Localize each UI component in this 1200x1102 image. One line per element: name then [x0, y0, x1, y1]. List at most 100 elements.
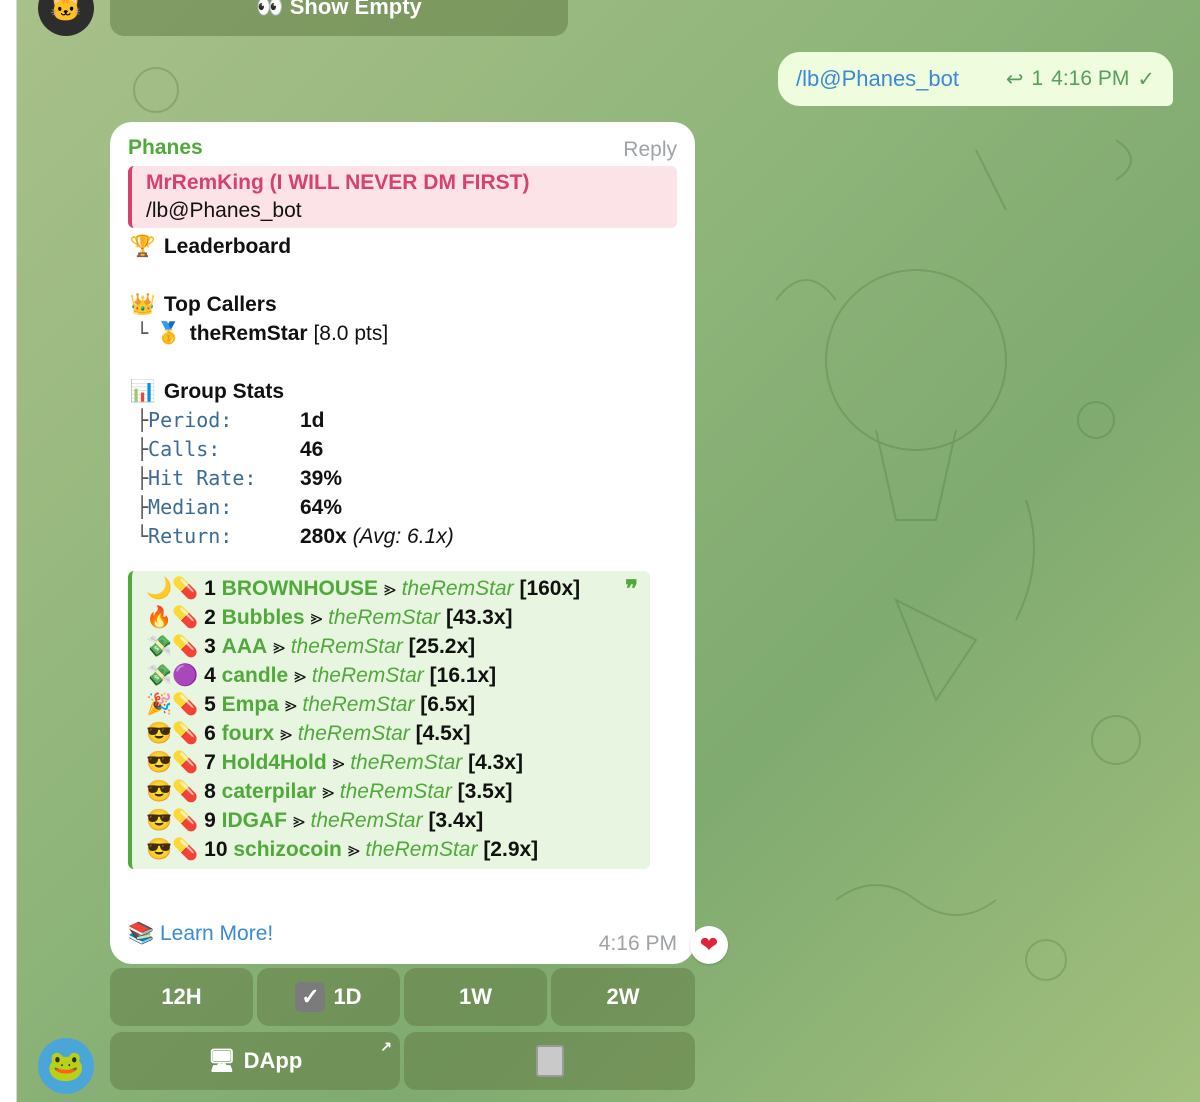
delete-button[interactable] [404, 1032, 695, 1090]
show-empty-button[interactable]: 👀 Show Empty [110, 0, 568, 36]
leader-token-link[interactable]: candle [222, 664, 289, 687]
leader-user-link[interactable]: theRemStar [291, 635, 403, 658]
leader-multiplier: [25.2x] [408, 635, 476, 658]
tree-glyph: ├ [136, 466, 149, 490]
leader-row: 😎💊 10 schizocoin ⪢ theRemStar [2.9x] [146, 835, 650, 864]
top-caller-name: theRemStar [189, 322, 308, 345]
leaderboard-heading: 🏆 Leaderboard [128, 232, 677, 261]
stat-row-median: ├Median: 64% [128, 493, 677, 522]
leader-token-link[interactable]: BROWNHOUSE [222, 577, 378, 600]
leader-rank: 4 [204, 664, 216, 687]
period-1d-button[interactable]: ✓ 1D [257, 968, 400, 1026]
leader-icons: 💸💊 [146, 635, 199, 658]
leader-token-link[interactable]: schizocoin [233, 838, 342, 861]
leader-icons: 😎💊 [146, 780, 199, 803]
quote-text: /lb@Phanes_bot [146, 199, 302, 222]
leader-multiplier: [43.3x] [445, 606, 513, 629]
leader-row: 💸🟣 4 candle ⪢ theRemStar [16.1x] [146, 661, 650, 690]
leader-row: 😎💊 6 fourx ⪢ theRemStar [4.5x] [146, 719, 650, 748]
leader-icons: 😎💊 [146, 809, 199, 832]
button-label: 12H [161, 984, 202, 1009]
monitor-icon: 🖥 [207, 1048, 236, 1073]
top-caller-points: [8.0 pts] [313, 322, 389, 345]
leader-separator: ⪢ [294, 664, 306, 687]
tree-glyph: └ [136, 524, 149, 548]
message-time: 4:16 PM [1051, 67, 1130, 90]
leader-user-link[interactable]: theRemStar [328, 606, 440, 629]
leader-multiplier: [16.1x] [429, 664, 497, 687]
period-12h-button[interactable]: 12H [110, 968, 253, 1026]
leader-multiplier: [4.5x] [415, 722, 471, 745]
leader-rank: 8 [204, 780, 216, 803]
stat-row-hit-rate: ├Hit Rate: 39% [128, 464, 677, 493]
leader-token-link[interactable]: Empa [222, 693, 279, 716]
leader-user-link[interactable]: theRemStar [340, 780, 452, 803]
period-1w-button[interactable]: 1W [404, 968, 547, 1026]
leader-rank: 6 [204, 722, 216, 745]
leader-separator: ⪢ [332, 751, 345, 774]
stat-label: Period: [148, 408, 233, 432]
leader-user-link[interactable]: theRemStar [350, 751, 462, 774]
leader-rank: 10 [204, 838, 228, 861]
leaderboard-title: Leaderboard [163, 235, 292, 258]
leader-user-link[interactable]: theRemStar [298, 722, 410, 745]
reply-count: 1 [1031, 67, 1044, 90]
leader-icons: 🔥💊 [146, 606, 199, 629]
leader-token-link[interactable]: caterpilar [222, 780, 317, 803]
stat-row-calls: ├Calls: 46 [128, 435, 677, 464]
stat-row-return: └Return: 280x (Avg: 6.1x) [128, 522, 677, 551]
leader-icons: 😎💊 [146, 722, 199, 745]
reply-quote[interactable]: MrRemKing (I WILL NEVER DM FIRST) /lb@Ph… [128, 166, 677, 228]
leader-rank: 9 [204, 809, 216, 832]
leader-user-link[interactable]: theRemStar [312, 664, 424, 687]
leader-row: 🎉💊 5 Empa ⪢ theRemStar [6.5x] [146, 690, 650, 719]
leader-token-link[interactable]: AAA [222, 635, 268, 658]
leader-user-link[interactable]: theRemStar [311, 809, 423, 832]
dapp-button[interactable]: 🖥 DApp ↗ [110, 1032, 400, 1090]
crown-icon: 👑 [129, 293, 157, 316]
leader-icons: 💸🟣 [146, 664, 199, 687]
stat-label: Median: [148, 495, 233, 519]
reply-link[interactable]: Reply [623, 138, 677, 162]
bot-message-bubble: Phanes Reply MrRemKing (I WILL NEVER DM … [110, 122, 695, 964]
leader-separator: ⪢ [292, 809, 305, 832]
tree-glyph: ├ [136, 495, 149, 519]
top-caller-row: └ 🥇 theRemStar [8.0 pts] [128, 319, 677, 348]
leader-token-link[interactable]: Bubbles [222, 606, 305, 629]
leader-separator: ⪢ [280, 722, 292, 745]
books-icon: 📚 [128, 922, 155, 945]
leader-multiplier: [2.9x] [483, 838, 539, 861]
leader-token-link[interactable]: IDGAF [222, 809, 287, 832]
leader-icons: 😎💊 [146, 838, 199, 861]
leader-token-link[interactable]: fourx [222, 722, 275, 745]
leader-user-link[interactable]: theRemStar [302, 693, 414, 716]
user-avatar[interactable]: 🐸 [38, 1038, 94, 1094]
leader-icons: 😎💊 [146, 751, 199, 774]
leader-user-link[interactable]: theRemStar [365, 838, 477, 861]
leader-multiplier: [3.4x] [428, 809, 484, 832]
gold-medal-icon: 🥇 [155, 322, 182, 345]
trash-icon [535, 1045, 564, 1077]
stat-value: 64% [300, 496, 343, 519]
leader-token-link[interactable]: Hold4Hold [222, 751, 327, 774]
leader-separator: ⪢ [273, 635, 285, 658]
button-label: 1W [459, 984, 492, 1009]
period-2w-button[interactable]: 2W [551, 968, 695, 1026]
learn-more-link[interactable]: Learn More! [160, 922, 273, 945]
group-stats-heading: 📊 Group Stats [128, 377, 677, 406]
outgoing-message[interactable]: /lb@Phanes_bot ↩ 1 4:16 PM ✓ [778, 52, 1173, 106]
heart-reaction[interactable]: ❤ [690, 926, 728, 964]
leader-row: 😎💊 9 IDGAF ⪢ theRemStar [3.4x] [146, 806, 650, 835]
leader-user-link[interactable]: theRemStar [402, 577, 514, 600]
leader-multiplier: [3.5x] [457, 780, 513, 803]
sidebar-strip [0, 0, 17, 1102]
leader-row: 😎💊 7 Hold4Hold ⪢ theRemStar [4.3x] [146, 748, 650, 777]
stat-row-period: ├Period: 1d [128, 406, 677, 435]
quote-mark-icon: ❞ [625, 576, 638, 603]
leader-icons: 🌙💊 [146, 577, 199, 600]
reply-arrow-icon: ↩ [1005, 67, 1024, 91]
outgoing-command-link[interactable]: /lb@Phanes_bot [796, 66, 959, 92]
stat-label: Return: [148, 524, 233, 548]
leader-separator: ⪢ [383, 577, 396, 600]
sender-name[interactable]: Phanes [128, 136, 677, 160]
